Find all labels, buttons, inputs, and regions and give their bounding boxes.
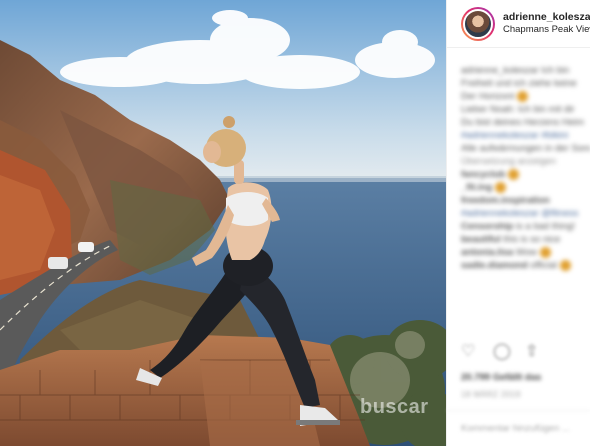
comment-item: Censorship is a bad thing! [461, 221, 576, 232]
comment-icon[interactable]: ◯ [493, 343, 511, 361]
caption-line: Freiheit und ich ziehe keine [461, 78, 577, 89]
location-link[interactable]: Chapmans Peak View [503, 24, 590, 36]
likes-count[interactable]: 20.799 Gefällt das [461, 372, 541, 383]
comment-item: freedom.inspiration [461, 195, 550, 206]
caption-line: Alle aufwärmungen in der Sonne [461, 143, 590, 154]
caption-line: Lieber Noah: Ich bin mit dir [461, 104, 575, 115]
share-icon[interactable]: ⇧ [525, 343, 543, 361]
caption-line: Der Horizont [461, 90, 590, 103]
comment-text[interactable]: #adriennekoleszar @fitness [461, 207, 590, 220]
caption-line: Du bist deines Herzens Heim [461, 117, 585, 128]
heart-icon[interactable]: ♡ [461, 343, 479, 361]
caption-line: adrienne_koleszar Ich bin [461, 65, 570, 76]
post-actions: ♡ ◯ ⇧ [461, 343, 543, 361]
username-link[interactable]: adrienne_koleszar [503, 11, 590, 24]
comment-item: fancyclub [461, 168, 590, 181]
post-date: 18 MÄRZ 2019 [461, 390, 521, 399]
comment-item: antonia.lisa Wow [461, 246, 590, 259]
translation-link[interactable]: Übersetzung anzeigen [461, 155, 590, 168]
watermark-text: buscar [360, 396, 429, 418]
post-sidebar: adrienne_koleszar Chapmans Peak View adr… [446, 0, 590, 446]
post-header: adrienne_koleszar Chapmans Peak View [447, 0, 590, 48]
post-photo[interactable]: buscar [0, 0, 446, 446]
caption-and-comments: adrienne_koleszar Ich bin Freiheit und i… [447, 48, 590, 272]
comment-item: beautiful this is so nice [461, 234, 561, 245]
comment-item: sadie.diamond official [461, 259, 590, 272]
comment-item: _fit.ing [461, 181, 590, 194]
comment-input[interactable]: Kommentar hinzufügen ... [447, 410, 590, 446]
avatar[interactable] [461, 6, 495, 41]
caption-hashtags[interactable]: #adriennekoleszar #bikini [461, 129, 590, 142]
